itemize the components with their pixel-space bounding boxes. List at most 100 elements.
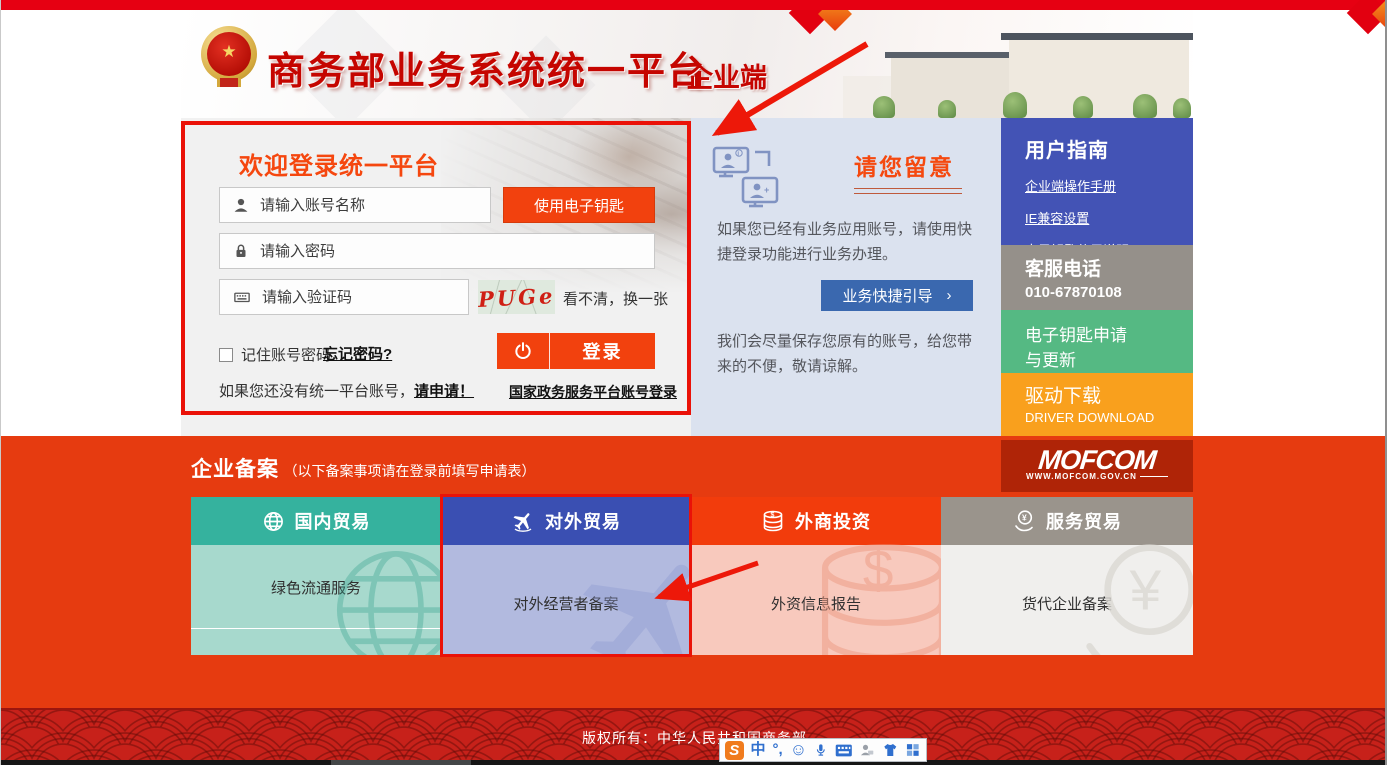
use-ekey-button[interactable]: 使用电子钥匙 — [503, 187, 655, 223]
power-icon — [513, 341, 533, 361]
sidebar-link-ie-setting[interactable]: IE兼容设置 — [1025, 208, 1193, 227]
globe-icon — [262, 510, 285, 533]
login-title: 欢迎登录统一平台 — [239, 146, 439, 181]
page-footer: 版权所有：中华人民共和国商务部 — [1, 708, 1387, 760]
microphone-icon[interactable] — [814, 742, 828, 758]
coins-watermark-icon: $ — [801, 530, 941, 655]
quick-guide-label: 业务快捷引导 — [842, 285, 932, 306]
ime-punctuation-icon[interactable]: °, — [773, 739, 783, 761]
notice-underline — [854, 188, 962, 194]
card-service-trade: ¥ 服务贸易 ¥ 货代企业备案 — [941, 497, 1193, 655]
filing-note: （以下备案事项请在登录前填写申请表） — [283, 463, 535, 479]
card-title: 对外贸易 — [545, 508, 621, 534]
globe-watermark-icon — [321, 535, 441, 655]
card-title: 国内贸易 — [295, 508, 371, 534]
card-domestic-trade-body: 绿色流通服务 商业特许经营备案 — [191, 545, 441, 655]
ime-keyboard-icon[interactable] — [835, 743, 853, 758]
driver-download-subtitle: DRIVER DOWNLOAD — [1025, 410, 1193, 425]
mofcom-url: WWW.MOFCOM.GOV.CN — [1001, 472, 1193, 481]
card-foreign-investment-body: $ 外资信息报告 — [691, 545, 941, 655]
bottom-dark-bar — [1, 760, 1387, 765]
remember-checkbox[interactable] — [219, 348, 233, 362]
header-banner: ★ 商务部业务系统统一平台 企业端 — [181, 10, 1193, 118]
captcha-text: PUGe — [478, 282, 555, 311]
filing-heading: 企业备案 （以下备案事项请在登录前填写申请表） — [191, 453, 535, 483]
filing-title: 企业备案 — [191, 458, 279, 481]
login-panel: 欢迎登录统一平台 使用电子钥匙 — [181, 118, 691, 436]
main-section: 欢迎登录统一平台 使用电子钥匙 — [181, 118, 1193, 436]
ekey-apply-block[interactable]: 电子钥匙申请 与更新 — [1001, 310, 1193, 373]
remember-label: 记住账号密码 — [241, 344, 331, 365]
copyright-text: 版权所有：中华人民共和国商务部 — [1, 728, 1387, 748]
sidebar-link-manual[interactable]: 企业端操作手册 — [1025, 176, 1193, 195]
lock-icon — [232, 242, 250, 260]
filing-cards: 国内贸易 绿色流通服务 商业特许经营备案 对外贸易 — [191, 497, 1193, 655]
svg-text:$: $ — [863, 538, 894, 600]
captcha-refresh-link[interactable]: 看不清，换一张 — [563, 288, 668, 309]
mofcom-logo[interactable]: MOFCOM WWW.MOFCOM.GOV.CN — [1001, 440, 1193, 492]
no-account-text: 如果您还没有统一平台账号，请申请！ — [219, 380, 474, 401]
password-field[interactable] — [219, 233, 655, 269]
login-button[interactable]: 登录 — [497, 333, 655, 369]
chevron-right-icon: › — [947, 287, 952, 304]
plane-icon — [511, 509, 535, 533]
captcha-input[interactable] — [262, 289, 468, 306]
apply-link[interactable]: 请申请！ — [414, 383, 474, 400]
emoji-icon[interactable]: ☺ — [790, 739, 807, 761]
skin-tshirt-icon[interactable] — [882, 742, 899, 758]
card-foreign-trade: 对外贸易 对外经营者备案 — [441, 497, 691, 655]
captcha-field[interactable] — [219, 279, 469, 315]
ekey-apply-line2: 与更新 — [1025, 346, 1193, 371]
svg-text:+: + — [764, 185, 769, 195]
user-guide-block: 用户指南 企业端操作手册 IE兼容设置 电子钥匙使用说明 — [1001, 118, 1193, 245]
ekey-apply-line1: 电子钥匙申请 — [1025, 310, 1193, 346]
ime-menu-grid-icon[interactable] — [905, 742, 921, 758]
login-button-label: 登录 — [550, 338, 655, 364]
coins-icon: $ — [761, 509, 785, 533]
national-emblem-logo: ★ — [201, 26, 259, 88]
card-domestic-trade: 国内贸易 绿色流通服务 商业特许经营备案 — [191, 497, 441, 655]
svg-text:¥: ¥ — [1129, 560, 1162, 623]
keyboard-icon — [232, 288, 252, 306]
right-sidebar: 用户指南 企业端操作手册 IE兼容设置 电子钥匙使用说明 客服电话 010-67… — [1001, 118, 1193, 436]
no-account-label: 如果您还没有统一平台账号， — [219, 383, 414, 400]
user-icon — [232, 196, 250, 214]
page-subtitle: 企业端 — [686, 56, 767, 95]
forgot-password-link[interactable]: 忘记密码? — [323, 343, 392, 364]
svg-text:¥: ¥ — [1022, 513, 1028, 523]
card-service-trade-body: ¥ 货代企业备案 — [941, 545, 1193, 655]
filing-section: 企业备案 （以下备案事项请在登录前填写申请表） MOFCOM WWW.MOFCO… — [1, 436, 1387, 708]
hotline-block: 客服电话 010-67870108 — [1001, 245, 1193, 310]
svg-text:$: $ — [771, 512, 776, 519]
sogou-logo-icon[interactable]: S — [725, 741, 744, 760]
password-input[interactable] — [260, 243, 654, 260]
account-input[interactable] — [260, 197, 490, 214]
notice-paragraph-1: 如果您已经有业务应用账号，请使用快捷登录功能进行业务办理。 — [717, 218, 979, 268]
ime-lang-icon[interactable]: 中 — [751, 739, 766, 761]
mofcom-login-page: ★ 商务部业务系统统一平台 企业端 欢迎登录统一平台 — [0, 0, 1387, 765]
use-ekey-label: 使用电子钥匙 — [534, 195, 624, 216]
remember-row: 记住账号密码 — [219, 344, 331, 365]
mofcom-building-image — [843, 23, 1193, 118]
hotline-number: 010-67870108 — [1025, 284, 1193, 301]
page-title: 商务部业务系统统一平台 — [267, 40, 707, 95]
hotline-title: 客服电话 — [1025, 245, 1193, 281]
card-foreign-trade-body: 对外经营者备案 — [441, 545, 691, 655]
service-watermark-icon: ¥ — [1063, 533, 1193, 655]
notice-panel: i + 请您留意 如果您已经有业务应用账号，请使用快捷登录功能进行业务办理。 业… — [691, 118, 1001, 436]
card-foreign-investment: $ 外商投资 $ 外资信息报告 — [691, 497, 941, 655]
top-red-bar — [1, 0, 1385, 10]
driver-download-block[interactable]: 驱动下载 DRIVER DOWNLOAD — [1001, 373, 1193, 436]
ime-toolbar: S 中 °, ☺ — [719, 738, 927, 762]
ime-user-icon[interactable] — [859, 742, 875, 758]
user-guide-title: 用户指南 — [1025, 118, 1193, 163]
gov-platform-login-link[interactable]: 国家政务服务平台账号登录 — [509, 382, 677, 402]
captcha-image[interactable]: PUGe — [478, 280, 555, 314]
plane-watermark-icon — [566, 537, 691, 655]
quick-guide-button[interactable]: 业务快捷引导 › — [821, 280, 973, 311]
account-field[interactable] — [219, 187, 491, 223]
notice-title: 请您留意 — [854, 148, 954, 182]
account-transfer-icon: i + — [711, 144, 789, 216]
notice-paragraph-2: 我们会尽量保存您原有的账号，给您带来的不便，敬请谅解。 — [717, 330, 979, 380]
card-title: 服务贸易 — [1046, 508, 1122, 534]
